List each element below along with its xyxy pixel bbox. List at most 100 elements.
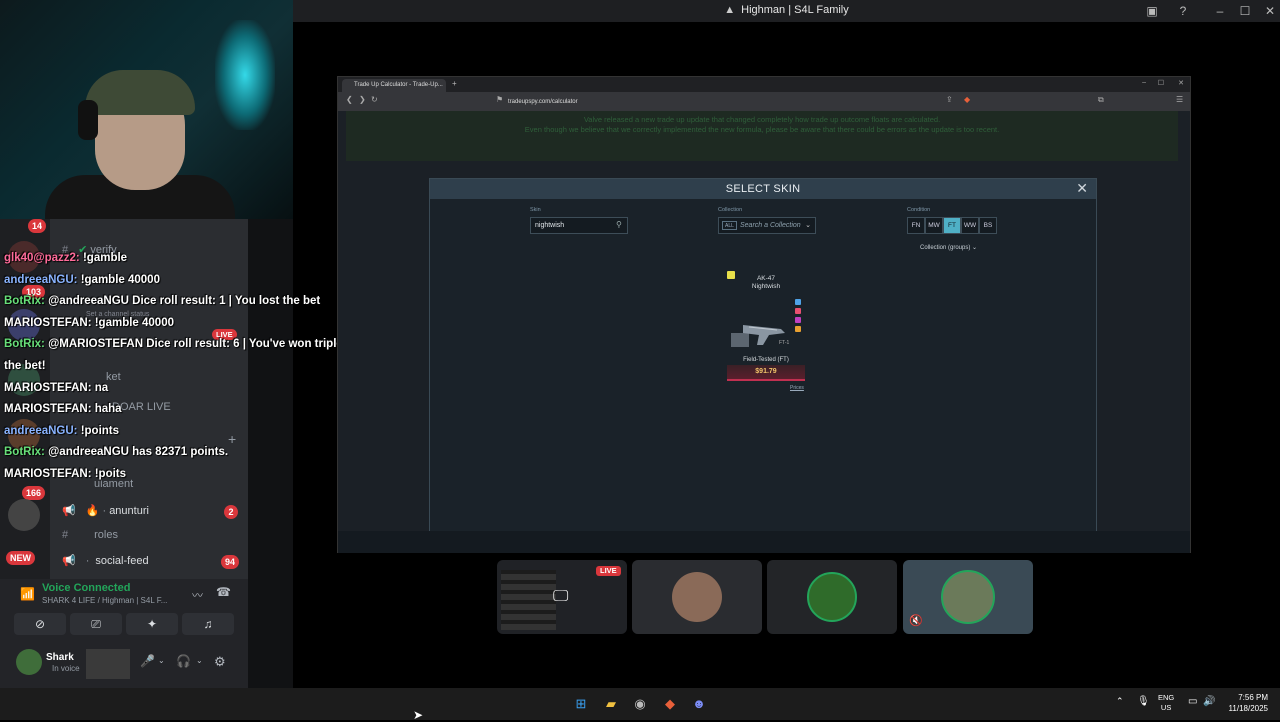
activities-icon[interactable]: ✦ [126,613,178,635]
skin-label: Skin [530,207,541,213]
maximize-icon[interactable]: ☐ [1158,79,1164,87]
file-explorer-icon[interactable]: ▰ [603,696,619,712]
microphone-icon[interactable]: 🎤 [140,654,155,668]
avatar [941,570,995,624]
modal-header: SELECT SKIN ✕ [430,179,1096,199]
close-icon[interactable]: ✕ [1076,180,1088,197]
skin-condition: Field-Tested (FT) [743,357,789,363]
server-icon[interactable] [8,499,40,531]
volume-icon[interactable]: 🔊 [1203,696,1215,707]
minimize-icon[interactable]: – [1212,3,1228,19]
chat-message: andreeaNGU: !gamble 40000 [4,273,160,286]
condition-ft[interactable]: FT [943,217,961,234]
page-content: Valve released a new trade up update tha… [338,111,1190,531]
guild-badge: 166 [22,486,46,500]
noise-suppression-icon[interactable]: 〰 [192,587,203,603]
extensions-icon[interactable]: ⧉ [1098,95,1104,105]
windows-start-icon[interactable]: ⊞ [573,696,589,712]
share-icon[interactable]: ⇪ [946,95,953,104]
voice-panel: 📶 Voice Connected SHARK 4 LIFE / Highman… [0,579,248,688]
condition-mw[interactable]: MW [925,217,943,234]
collection-groups-select[interactable]: Collection (groups) ⌄ [920,244,977,251]
skin-name: AK-47 Nightwish [751,275,781,290]
camera-off-icon[interactable]: ⊘ [14,613,66,635]
participant-tile[interactable]: 🔇 [903,560,1033,634]
address-bar[interactable]: tradeupspy.com/calculator [508,96,978,108]
soundboard-icon[interactable]: ♫ [182,613,234,635]
chat-message: MARIOSTEFAN: haha [4,403,122,416]
chevron-down-icon: ⌄ [805,222,811,229]
windows-taskbar: ⊞ ▰ ◉ ◆ ☻ ⌃ 🎙 ENG US ▭ 🔊 7:56 PM 11/18/2… [0,688,1280,720]
back-icon[interactable]: ❮ [346,95,353,104]
language-indicator[interactable]: ENG US [1158,693,1174,713]
window-title: ▲ Highman | S4L Family [724,4,849,16]
collection-placeholder: Search a Collection [740,222,801,229]
chevron-down-icon: ⌄ [972,245,978,251]
brave-shield-icon[interactable]: ◆ [964,95,970,104]
participant-tile[interactable] [632,560,762,634]
channel-item-social-feed[interactable]: 📢 · social-feed [62,554,149,574]
chat-message: BotRix: @MARIOSTEFAN Dice roll result: 6… [4,338,343,372]
channel-item-anunturi[interactable]: 📢 🔥 · anunturi [62,504,149,524]
minimize-icon[interactable]: – [1142,79,1146,86]
voice-channel-name[interactable]: SHARK 4 LIFE / Highman | S4L F... [42,596,167,605]
microphone-icon[interactable]: 🎙 [1137,696,1150,707]
maximize-icon[interactable]: ☐ [1237,3,1253,19]
prices-link[interactable]: Prices [790,385,804,391]
chevron-down-icon[interactable]: ⌄ [196,656,203,665]
skin-search-input[interactable]: nightwish [530,217,628,234]
skin-card[interactable]: AK-47 Nightwish FT-1 Field-Tested (FT) $… [727,271,805,391]
screen-share-icon[interactable]: ⎚ [70,613,122,635]
ak47-image [731,325,785,347]
chat-message: MARIOSTEFAN: !poits [4,467,127,480]
case-icon [795,308,801,314]
condition-ww[interactable]: WW [961,217,979,234]
chevron-up-icon[interactable]: ⌃ [1116,696,1124,707]
live-badge: LIVE [596,566,621,576]
skin-price: $91.79 [727,365,805,381]
avatar[interactable] [16,649,42,675]
forward-icon[interactable]: ❯ [359,95,366,104]
souvenir-icon [795,326,801,332]
muted-icon: 🔇 [909,615,923,627]
help-icon[interactable]: ? [1175,3,1191,19]
select-skin-modal: SELECT SKIN ✕ Skin nightwish ⚲ Collectio… [429,178,1097,531]
unread-badge: 94 [221,555,240,569]
reload-icon[interactable]: ↻ [371,95,378,104]
network-icon[interactable]: ▭ [1188,696,1197,707]
discord-icon[interactable]: ☻ [691,696,707,712]
browser-tab[interactable]: Trade Up Calculator - Trade-Up... [342,79,446,92]
check-icon [795,299,801,305]
menu-icon[interactable]: ☰ [1176,95,1183,104]
obs-icon[interactable]: ◉ [632,696,648,712]
shared-screen-browser[interactable]: Trade Up Calculator - Trade-Up... + – ☐ … [337,76,1191,553]
brave-browser-icon[interactable]: ◆ [662,696,678,712]
chat-message: glk40@pazz2: !gamble [4,252,128,264]
bookmark-icon[interactable]: ⚑ [496,95,503,104]
screen-share-icon: 🖵 [553,588,569,605]
headphones-icon[interactable]: 🎧 [176,654,191,668]
close-icon[interactable]: ✕ [1262,3,1278,19]
close-icon[interactable]: ✕ [1178,79,1184,87]
inbox-icon[interactable]: ▣ [1144,3,1160,19]
condition-fn[interactable]: FN [907,217,925,234]
browser-toolbar: ❮ ❯ ↻ ⚑ tradeupspy.com/calculator ⇪ ◆ ⧉ … [338,92,1190,111]
new-badge: NEW [6,551,35,565]
search-icon[interactable]: ⚲ [616,220,622,229]
shared-screen-taskbar [338,531,1190,553]
collection-select[interactable]: ALL Search a Collection ⌄ [718,217,816,234]
disconnect-icon[interactable]: ☎ [216,585,231,599]
guild-badge: 14 [28,219,47,233]
gear-icon[interactable]: ⚙ [214,654,226,670]
participant-tile[interactable] [767,560,897,634]
user-banner [86,649,130,679]
condition-bs[interactable]: BS [979,217,997,234]
browser-tab-strip: Trade Up Calculator - Trade-Up... + – ☐ … [338,77,1190,92]
new-tab-icon[interactable]: + [452,79,457,88]
unread-badge: 2 [224,505,238,519]
chevron-down-icon[interactable]: ⌄ [158,656,165,665]
condition-label: Condition [907,207,931,213]
channel-item-roles[interactable]: # roles [62,529,118,549]
clock[interactable]: 7:56 PM 11/18/2025 [1229,692,1268,714]
chat-message: BotRix: @andreeaNGU Dice roll result: 1 … [4,295,321,308]
